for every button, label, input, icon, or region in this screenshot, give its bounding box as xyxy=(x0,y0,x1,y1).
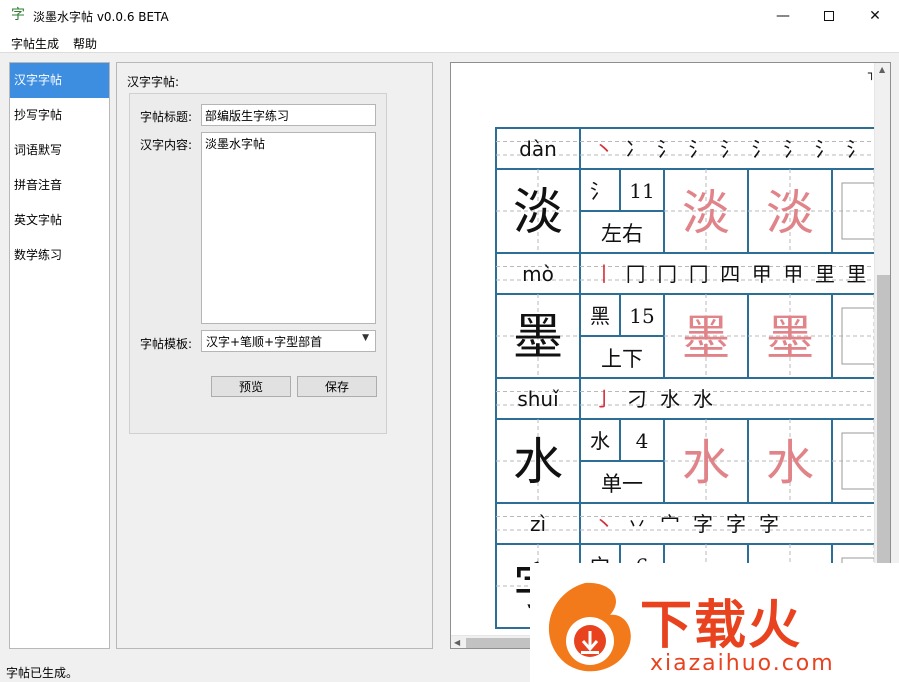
pinyin-text: zì xyxy=(530,512,546,536)
stroke-order-glyph: 氵 xyxy=(657,137,677,161)
template-select[interactable]: 汉字+笔顺+字型部首 ▼ xyxy=(201,330,376,352)
pinyin-text: shuǐ xyxy=(517,387,559,411)
settings-group: 字帖标题: 部编版生字练习 汉字内容: 淡墨水字帖 字帖模板: 汉字+笔顺+字型… xyxy=(129,93,387,434)
chevron-down-icon: ▼ xyxy=(362,333,369,343)
stroke-order-glyph: 丷 xyxy=(627,512,647,536)
content-label: 汉字内容: xyxy=(140,138,193,152)
stroke-order-glyph: 亅 xyxy=(594,387,614,411)
minimize-icon: — xyxy=(776,7,790,24)
watermark-url: xiazaihuo.com xyxy=(650,651,835,676)
save-button[interactable]: 保存 xyxy=(297,376,377,397)
big-character: 水 xyxy=(513,433,563,491)
pinyin-row xyxy=(495,502,874,545)
stroke-order-glyph: 冂 xyxy=(689,262,709,286)
big-character: 淡 xyxy=(513,183,563,241)
watermark: 下载火 xiazaihuo.com xyxy=(530,563,899,682)
trace-character: 墨 xyxy=(682,310,730,366)
sidebar-item-hanzi[interactable]: 汉字字帖 xyxy=(10,63,109,98)
stroke-order-glyph: 宀 xyxy=(660,512,680,536)
trace-character: 淡 xyxy=(682,185,730,241)
stroke-order-glyph: 刁 xyxy=(627,387,647,411)
stroke-order-glyph: 氵 xyxy=(783,137,803,161)
stroke-order-glyph: 四 xyxy=(720,262,740,286)
stroke-order-glyph: 水 xyxy=(693,387,713,411)
stroke-order-glyph: 丨 xyxy=(594,262,614,286)
title-input[interactable]: 部编版生字练习 xyxy=(201,104,376,126)
stroke-order-glyph: 氵 xyxy=(752,137,772,161)
watermark-brand: 下载火 xyxy=(640,596,803,656)
stroke-order-glyph: 氵 xyxy=(720,137,740,161)
radical-text: 水 xyxy=(590,429,610,453)
stroke-order-glyph: 冫 xyxy=(626,137,646,161)
radical-text: 黑 xyxy=(590,304,610,328)
stroke-order-glyph: 里 xyxy=(815,262,835,286)
sidebar: 汉字字帖 抄写字帖 词语默写 拼音注音 英文字帖 数学练习 xyxy=(9,62,110,649)
menu-help[interactable]: 帮助 xyxy=(73,35,97,52)
preview-panel: dàn 丶冫氵氵氵氵氵氵氵淡氵 11 左右淡淡 mò 丨冂冂冂四甲甲里里墨黑 15 上下墨墨 s… xyxy=(450,62,891,649)
watermark-logo-icon xyxy=(548,582,631,672)
stroke-count-text: 4 xyxy=(636,429,649,453)
close-button[interactable]: ✕ xyxy=(852,0,898,31)
big-character: 墨 xyxy=(513,308,563,366)
stroke-order-glyph: 字 xyxy=(693,512,713,536)
app-icon: 字 xyxy=(11,7,25,23)
structure-text: 上下 xyxy=(601,347,643,371)
stroke-order-glyph: 氵 xyxy=(689,137,709,161)
title-label: 字帖标题: xyxy=(140,110,193,124)
stroke-order-glyph: 甲 xyxy=(783,262,803,286)
minimize-button[interactable]: — xyxy=(760,0,806,31)
sidebar-item-pinyin[interactable]: 拼音注音 xyxy=(10,168,109,203)
menu-bar: 字帖生成 帮助 xyxy=(0,31,899,53)
sidebar-item-copy[interactable]: 抄写字帖 xyxy=(10,98,109,133)
stroke-order-glyph: 氵 xyxy=(815,137,835,161)
pinyin-text: dàn xyxy=(519,137,557,161)
trace-character: 淡 xyxy=(766,185,814,241)
stroke-order-glyph: 水 xyxy=(660,387,680,411)
vertical-scrollbar[interactable]: ▲ xyxy=(874,63,890,635)
stroke-order-glyph: 氵 xyxy=(846,137,866,161)
stroke-count-text: 15 xyxy=(629,304,654,328)
scroll-left-icon[interactable]: ◀ xyxy=(454,638,460,647)
worksheet: dàn 丶冫氵氵氵氵氵氵氵淡氵 11左右淡淡mò 丨冂冂冂四甲甲里里墨黑 15上下墨墨s… xyxy=(495,66,874,629)
status-text: 字帖已生成。 xyxy=(6,666,79,680)
trace-character: 墨 xyxy=(766,310,814,366)
structure-text: 左右 xyxy=(601,222,643,246)
stroke-order-glyph: 冂 xyxy=(657,262,677,286)
stroke-order-glyph: 甲 xyxy=(752,262,772,286)
page-corner-mark: ┐ xyxy=(867,66,874,80)
scroll-up-icon[interactable]: ▲ xyxy=(879,65,885,74)
stroke-order-glyph: 里 xyxy=(846,262,866,286)
form-panel: 汉字字帖: 字帖标题: 部编版生字练习 汉字内容: 淡墨水字帖 字帖模板: 汉字… xyxy=(116,62,433,649)
structure-text: 单一 xyxy=(601,472,643,496)
stroke-order-glyph: 冂 xyxy=(626,262,646,286)
group-title: 汉字字帖: xyxy=(127,75,180,89)
maximize-button[interactable] xyxy=(806,0,852,31)
stroke-order-glyph: 丶 xyxy=(594,512,614,536)
stroke-order-glyph: 字 xyxy=(726,512,746,536)
pinyin-text: mò xyxy=(522,262,554,286)
menu-generate[interactable]: 字帖生成 xyxy=(11,35,59,52)
sidebar-item-dictation[interactable]: 词语默写 xyxy=(10,133,109,168)
content-textarea[interactable]: 淡墨水字帖 xyxy=(201,132,376,324)
title-bar: 字 淡墨水字帖 v0.0.6 BETA — ✕ xyxy=(0,0,899,31)
trace-character: 水 xyxy=(766,435,814,491)
template-select-value: 汉字+笔顺+字型部首 xyxy=(206,335,323,349)
preview-page: dàn 丶冫氵氵氵氵氵氵氵淡氵 11 左右淡淡 mò 丨冂冂冂四甲甲里里墨黑 15 上下墨墨 s… xyxy=(451,63,874,635)
stroke-order-glyph: 丶 xyxy=(594,137,614,161)
window-title: 淡墨水字帖 v0.0.6 BETA xyxy=(33,10,169,24)
trace-character: 水 xyxy=(682,435,730,491)
stroke-count-text: 11 xyxy=(629,179,654,203)
maximize-icon xyxy=(824,10,834,21)
close-icon: ✕ xyxy=(869,7,881,24)
sidebar-item-english[interactable]: 英文字帖 xyxy=(10,203,109,238)
template-label: 字帖模板: xyxy=(140,337,193,351)
sidebar-item-math[interactable]: 数学练习 xyxy=(10,238,109,273)
radical-text: 氵 xyxy=(590,179,610,203)
stroke-order-glyph: 字 xyxy=(759,512,779,536)
preview-button[interactable]: 预览 xyxy=(211,376,291,397)
